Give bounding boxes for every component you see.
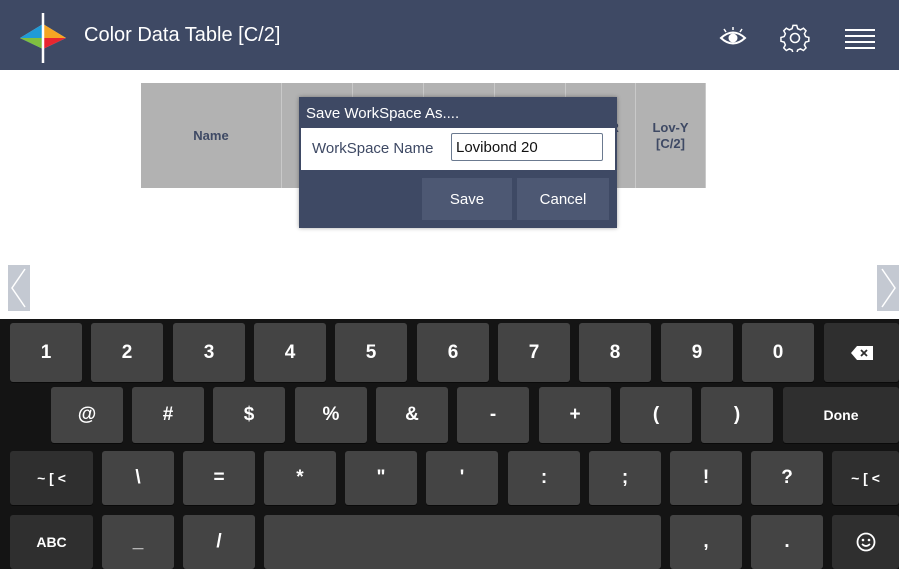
key-open-paren[interactable]: ( [620, 387, 692, 443]
key-close-paren[interactable]: ) [701, 387, 773, 443]
key-2[interactable]: 2 [91, 323, 163, 382]
chevron-right-icon [881, 268, 896, 308]
menu-icon[interactable] [845, 24, 875, 50]
key-8[interactable]: 8 [579, 323, 651, 382]
key-backslash[interactable]: \ [102, 451, 174, 505]
key-7[interactable]: 7 [498, 323, 570, 382]
gear-icon[interactable] [780, 24, 810, 52]
key-5[interactable]: 5 [335, 323, 407, 382]
key-percent[interactable]: % [295, 387, 367, 443]
key-equals[interactable]: = [183, 451, 255, 505]
key-underscore[interactable]: _ [102, 515, 174, 569]
backspace-icon [850, 345, 873, 360]
workspace-name-row: WorkSpace Name [301, 128, 615, 170]
key-minus[interactable]: - [457, 387, 529, 443]
key-dollar[interactable]: $ [213, 387, 285, 443]
dialog-title: Save WorkSpace As.... [306, 105, 460, 122]
key-comma[interactable]: , [670, 515, 742, 569]
key-semicolon[interactable]: ; [589, 451, 661, 505]
key-slash[interactable]: / [183, 515, 255, 569]
chevron-left-icon [11, 268, 26, 308]
key-9[interactable]: 9 [661, 323, 733, 382]
key-exclamation[interactable]: ! [670, 451, 742, 505]
done-key[interactable]: Done [783, 387, 899, 443]
workspace-name-input[interactable] [451, 133, 603, 161]
key-at[interactable]: @ [51, 387, 123, 443]
save-button[interactable]: Save [422, 178, 512, 220]
emoji-icon [856, 532, 875, 552]
key-6[interactable]: 6 [417, 323, 489, 382]
key-symbols-left[interactable]: ~ [ < [10, 451, 93, 505]
key-single-quote[interactable]: ' [426, 451, 498, 505]
key-asterisk[interactable]: * [264, 451, 336, 505]
column-header-name[interactable]: Name [141, 83, 282, 188]
key-colon[interactable]: : [508, 451, 580, 505]
key-symbols-right[interactable]: ~ [ < [832, 451, 899, 505]
on-screen-keyboard: 1 2 3 4 5 6 7 8 9 0 @ # $ % & - + ( ) Do… [0, 319, 899, 569]
page-title: Color Data Table [C/2] [84, 24, 281, 46]
logo-icon [16, 13, 72, 63]
page-right-button[interactable] [877, 265, 899, 311]
key-double-quote[interactable]: " [345, 451, 417, 505]
key-plus[interactable]: + [539, 387, 611, 443]
key-3[interactable]: 3 [173, 323, 245, 382]
eye-icon[interactable] [718, 24, 748, 50]
key-1[interactable]: 1 [10, 323, 82, 382]
key-ampersand[interactable]: & [376, 387, 448, 443]
column-header-lov-y[interactable]: Lov-Y [C/2] [636, 83, 706, 188]
abc-key[interactable]: ABC [10, 515, 93, 569]
page-left-button[interactable] [8, 265, 30, 311]
key-period[interactable]: . [751, 515, 823, 569]
emoji-key[interactable] [832, 515, 899, 569]
workspace-name-label: WorkSpace Name [312, 140, 434, 157]
key-hash[interactable]: # [132, 387, 204, 443]
backspace-key[interactable] [824, 323, 899, 382]
key-0[interactable]: 0 [742, 323, 814, 382]
key-question[interactable]: ? [751, 451, 823, 505]
space-key[interactable] [264, 515, 661, 569]
save-workspace-dialog: Save WorkSpace As.... WorkSpace Name Sav… [299, 97, 617, 228]
cancel-button[interactable]: Cancel [517, 178, 609, 220]
app-header: Color Data Table [C/2] [0, 0, 899, 70]
key-4[interactable]: 4 [254, 323, 326, 382]
